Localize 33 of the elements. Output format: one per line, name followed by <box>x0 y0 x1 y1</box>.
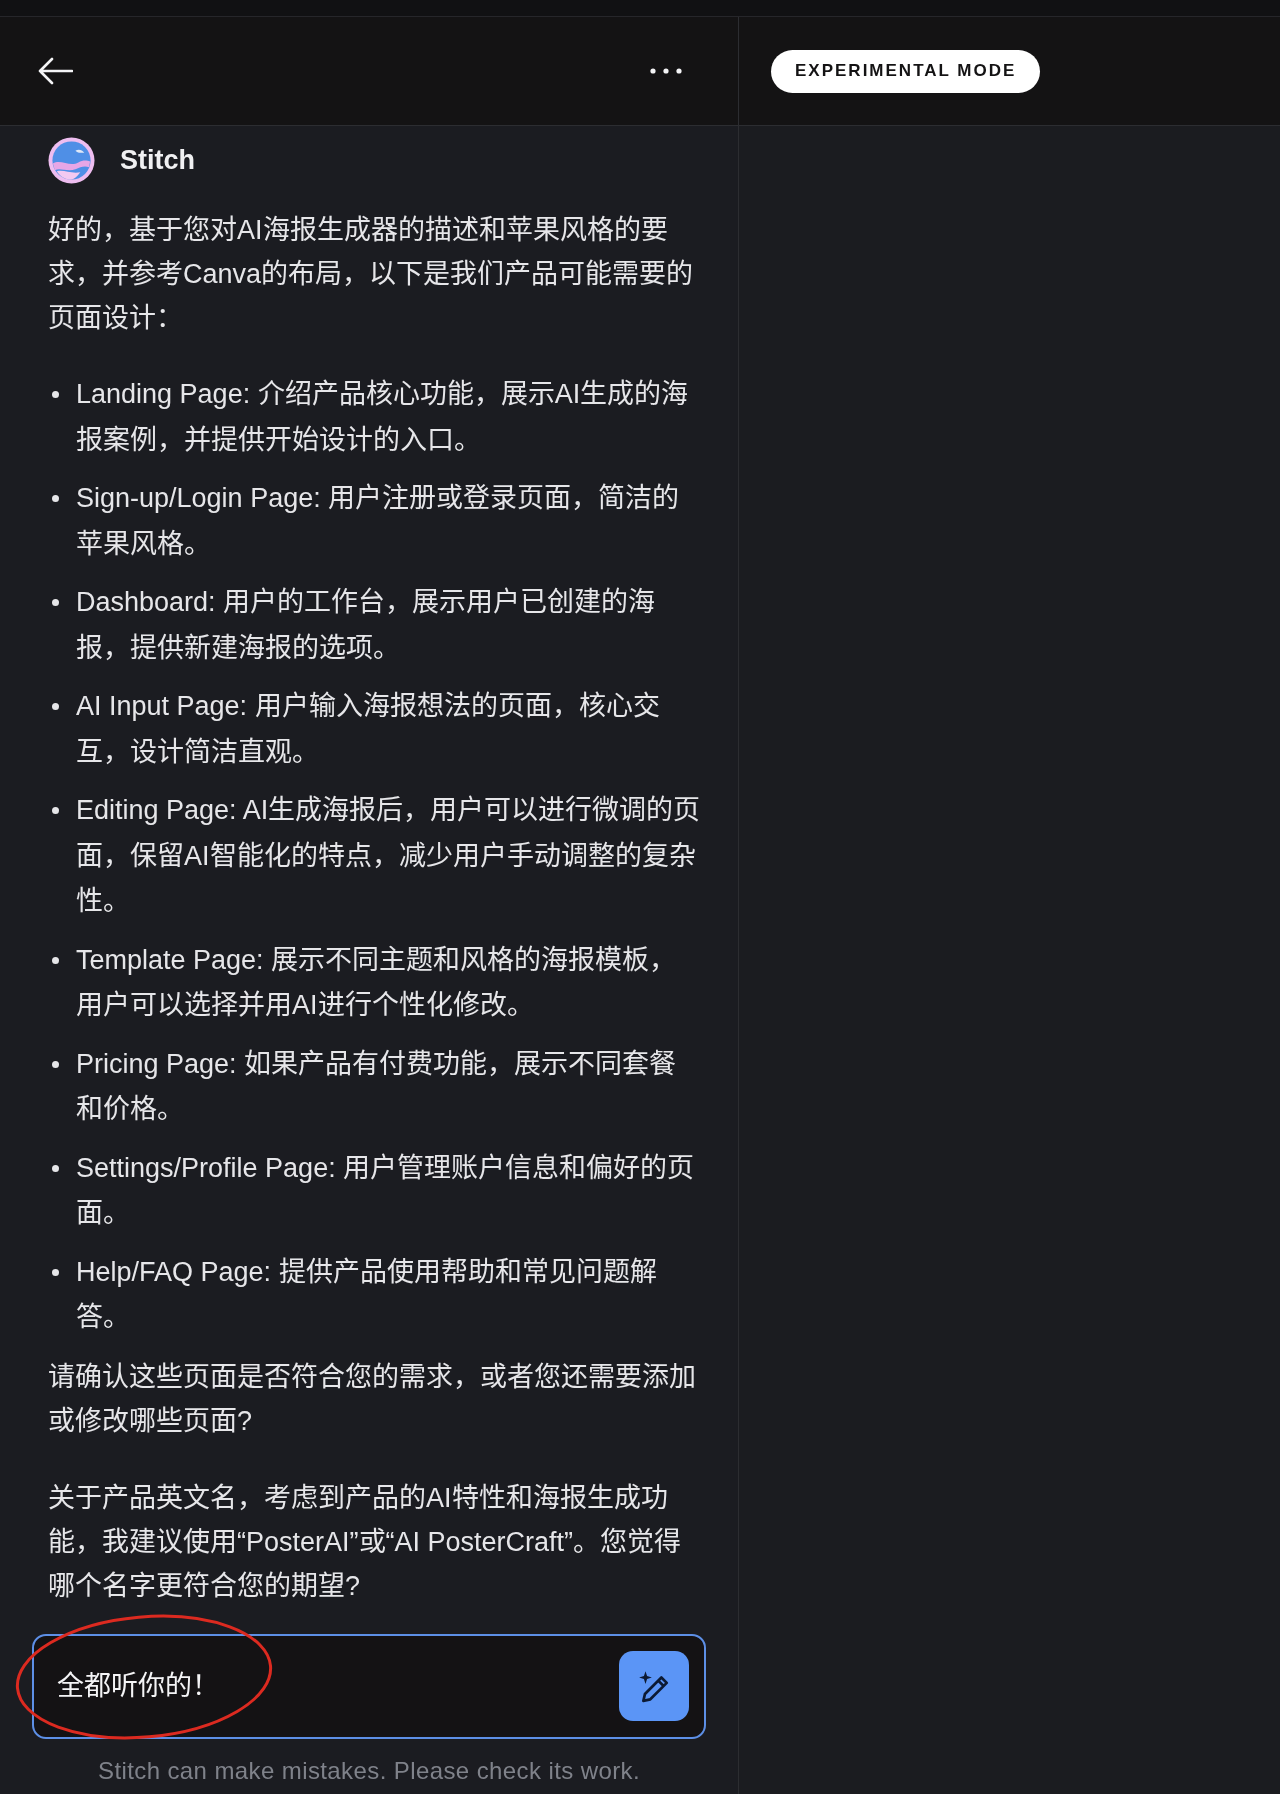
back-arrow-icon <box>37 57 73 85</box>
send-button[interactable] <box>619 1651 689 1721</box>
list-item-text: Sign-up/Login Page: 用户注册或登录页面，简洁的苹果风格。 <box>76 482 681 561</box>
message-paragraph: 请确认这些页面是否符合您的需求，或者您还需要添加或修改哪些页面? <box>48 1360 697 1438</box>
message-input-field[interactable]: 全都听你的！ <box>32 1633 706 1739</box>
list-item-text: Pricing Page: 如果产品有付费功能，展示不同套餐和价格。 <box>76 1047 678 1126</box>
bullet-icon <box>52 1164 59 1172</box>
bullet-icon <box>52 391 59 398</box>
sphere-logo-icon <box>48 137 95 184</box>
mode-badge: EXPERIMENTAL MODE <box>771 49 1041 93</box>
message-paragraph: 好的，基于您对AI海报生成器的描述和苹果风格的要求，并参考Canva的布局，以下是我们产品可能需要的页面设计： <box>48 214 695 335</box>
bullet-icon <box>52 703 59 710</box>
list-item-text: Editing Page: AI生成海报后，用户可以进行微调的页面，保留AI智能化的特点，减少用户手动调整的复杂性。 <box>76 794 702 918</box>
more-button[interactable] <box>650 67 682 75</box>
message-paragraph: 关于产品英文名，考虑到产品的AI特性和海报生成功能，我建议使用“PosterAI”或“AI PosterCraft”。您觉得哪个名字更符合您的期望? <box>48 1481 683 1603</box>
bullet-icon <box>52 599 59 606</box>
sender-name: Stitch <box>120 144 195 178</box>
list-item-text: Template Page: 展示不同主题和风格的海报模板，用户可以选择并用AI进行个性化修改。 <box>76 943 678 1022</box>
list-item-text: Dashboard: 用户的工作台，展示用户已创建的海报，提供新建海报的选项。 <box>76 586 657 665</box>
bullet-icon <box>52 807 59 814</box>
back-button[interactable] <box>37 56 73 86</box>
disclaimer-text: Stitch can make mistakes. Please check its work. <box>96 1755 642 1786</box>
list-item-text: Help/FAQ Page: 提供产品使用帮助和常见问题解答。 <box>76 1255 658 1334</box>
bullet-icon <box>52 956 59 964</box>
bullet-icon <box>52 495 59 502</box>
list-item-text: Landing Page: 介绍产品核心功能，展示AI生成的海报案例，并提供开始设计的入口。 <box>76 378 690 457</box>
bullet-icon <box>52 1268 59 1276</box>
more-icon <box>650 68 682 74</box>
magic-pen-icon <box>637 1669 671 1703</box>
message-input[interactable]: 全都听你的！ <box>57 1665 619 1707</box>
list-item-text: Settings/Profile Page: 用户管理账户信息和偏好的页面。 <box>76 1151 696 1230</box>
bullet-icon <box>52 1060 59 1068</box>
list-item-text: AI Input Page: 用户输入海报想法的页面，核心交互，设计简洁直观。 <box>76 690 661 769</box>
